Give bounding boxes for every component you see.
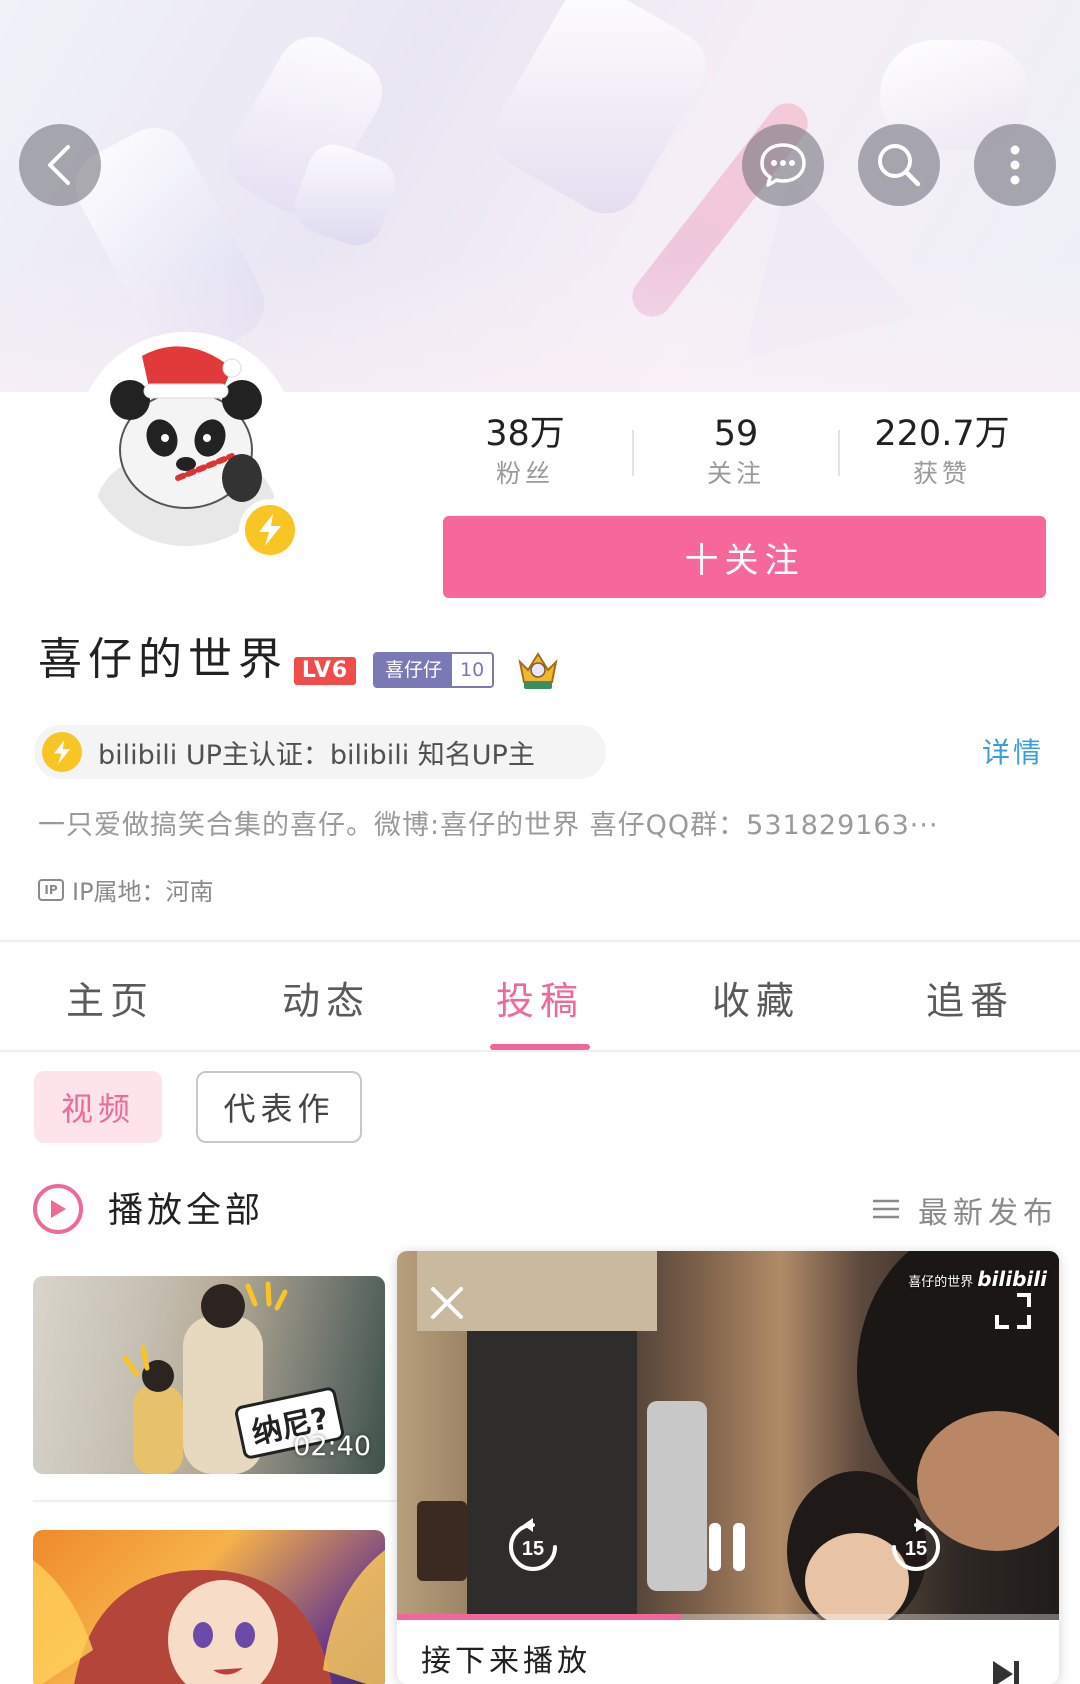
lightning-icon bbox=[53, 740, 71, 764]
video-thumbnail-image bbox=[33, 1550, 385, 1684]
filter-video-chip[interactable]: 视频 bbox=[34, 1071, 162, 1143]
mini-player-video[interactable]: 喜仔的世界 bilibili 15 15 bbox=[397, 1251, 1059, 1620]
stat-following-value: 59 bbox=[713, 414, 759, 454]
pause-icon[interactable] bbox=[697, 1517, 757, 1577]
rewind-seconds: 15 bbox=[522, 1538, 544, 1560]
stat-likes-label: 获赞 bbox=[912, 459, 971, 488]
stat-fans-label: 粉丝 bbox=[495, 459, 554, 488]
verified-badge bbox=[239, 499, 301, 561]
chevron-left-icon bbox=[48, 145, 70, 185]
fan-medal[interactable]: 喜仔仔 10 bbox=[373, 652, 495, 688]
detail-link[interactable]: 详情 bbox=[982, 731, 1044, 771]
mini-player[interactable]: 喜仔的世界 bilibili 15 15 接下来播放 bbox=[397, 1251, 1059, 1684]
ip-location-row: IP IP属地：河南 bbox=[38, 872, 214, 907]
crown-badge-icon[interactable] bbox=[514, 648, 562, 692]
video-watermark: 喜仔的世界 bilibili bbox=[908, 1267, 1047, 1291]
username: 喜仔的世界 bbox=[38, 634, 288, 685]
back-button[interactable] bbox=[19, 124, 101, 206]
message-icon bbox=[760, 143, 806, 187]
follow-button[interactable]: 十关注 bbox=[443, 516, 1046, 598]
divider bbox=[0, 1050, 1080, 1052]
lightning-icon bbox=[259, 514, 281, 546]
sort-icon[interactable] bbox=[872, 1198, 900, 1220]
video-duration: 02:40 bbox=[293, 1431, 371, 1462]
ip-icon: IP bbox=[38, 878, 64, 901]
rewind-15-icon[interactable]: 15 bbox=[503, 1517, 563, 1577]
fan-medal-name: 喜仔仔 bbox=[375, 654, 453, 686]
fullscreen-icon[interactable] bbox=[993, 1291, 1033, 1331]
forward-seconds: 15 bbox=[905, 1538, 927, 1560]
watermark-logo: bilibili bbox=[977, 1267, 1047, 1291]
up-next-label: 接下来播放 bbox=[421, 1644, 591, 1679]
tab-favorites[interactable]: 收藏 bbox=[686, 970, 826, 1025]
certification-pill: bilibili UP主认证：bilibili 知名UP主 bbox=[34, 725, 606, 779]
stat-following[interactable]: 59 关注 bbox=[636, 412, 836, 492]
divider bbox=[0, 940, 1080, 942]
level-badge[interactable]: LV6 bbox=[294, 657, 356, 685]
more-button[interactable] bbox=[974, 124, 1056, 206]
search-button[interactable] bbox=[858, 124, 940, 206]
play-all-button[interactable]: 播放全部 bbox=[108, 1182, 264, 1233]
video-thumbnail[interactable]: 纳尼? 02:40 bbox=[33, 1276, 385, 1474]
certification-icon bbox=[42, 732, 82, 772]
divider bbox=[33, 1500, 398, 1502]
stat-following-label: 关注 bbox=[706, 459, 765, 488]
stat-likes: 220.7万 获赞 bbox=[842, 412, 1042, 492]
bio-text[interactable]: 一只爱做搞笑合集的喜仔。微博:喜仔的世界 喜仔QQ群：531829163··· bbox=[38, 803, 1048, 842]
watermark-name: 喜仔的世界 bbox=[908, 1275, 974, 1290]
video-thumbnail[interactable] bbox=[33, 1530, 385, 1684]
sort-option[interactable]: 最新发布 bbox=[918, 1188, 1058, 1232]
progress-fill bbox=[397, 1614, 682, 1620]
ip-location: IP属地：河南 bbox=[72, 878, 214, 906]
certification-text: bilibili UP主认证：bilibili 知名UP主 bbox=[98, 739, 535, 771]
fan-medal-level: 10 bbox=[452, 654, 493, 686]
stat-fans[interactable]: 38万 粉丝 bbox=[425, 412, 625, 492]
message-button[interactable] bbox=[742, 124, 824, 206]
stat-divider bbox=[838, 430, 840, 476]
stat-fans-value: 38万 bbox=[485, 414, 565, 454]
more-vertical-icon bbox=[1010, 145, 1020, 185]
search-icon bbox=[878, 144, 921, 187]
forward-15-icon[interactable]: 15 bbox=[886, 1517, 946, 1577]
tab-uploads[interactable]: 投稿 bbox=[470, 970, 610, 1025]
play-icon bbox=[51, 1200, 66, 1218]
skip-next-icon[interactable] bbox=[991, 1659, 1021, 1684]
tab-dynamics[interactable]: 动态 bbox=[256, 970, 396, 1025]
tab-bangumi[interactable]: 追番 bbox=[900, 970, 1040, 1025]
stat-likes-value: 220.7万 bbox=[874, 414, 1010, 454]
play-all-icon[interactable] bbox=[33, 1184, 83, 1234]
stat-divider bbox=[632, 430, 634, 476]
close-icon[interactable] bbox=[427, 1283, 467, 1323]
filter-representative-chip[interactable]: 代表作 bbox=[196, 1071, 362, 1143]
tab-home[interactable]: 主页 bbox=[40, 970, 180, 1025]
